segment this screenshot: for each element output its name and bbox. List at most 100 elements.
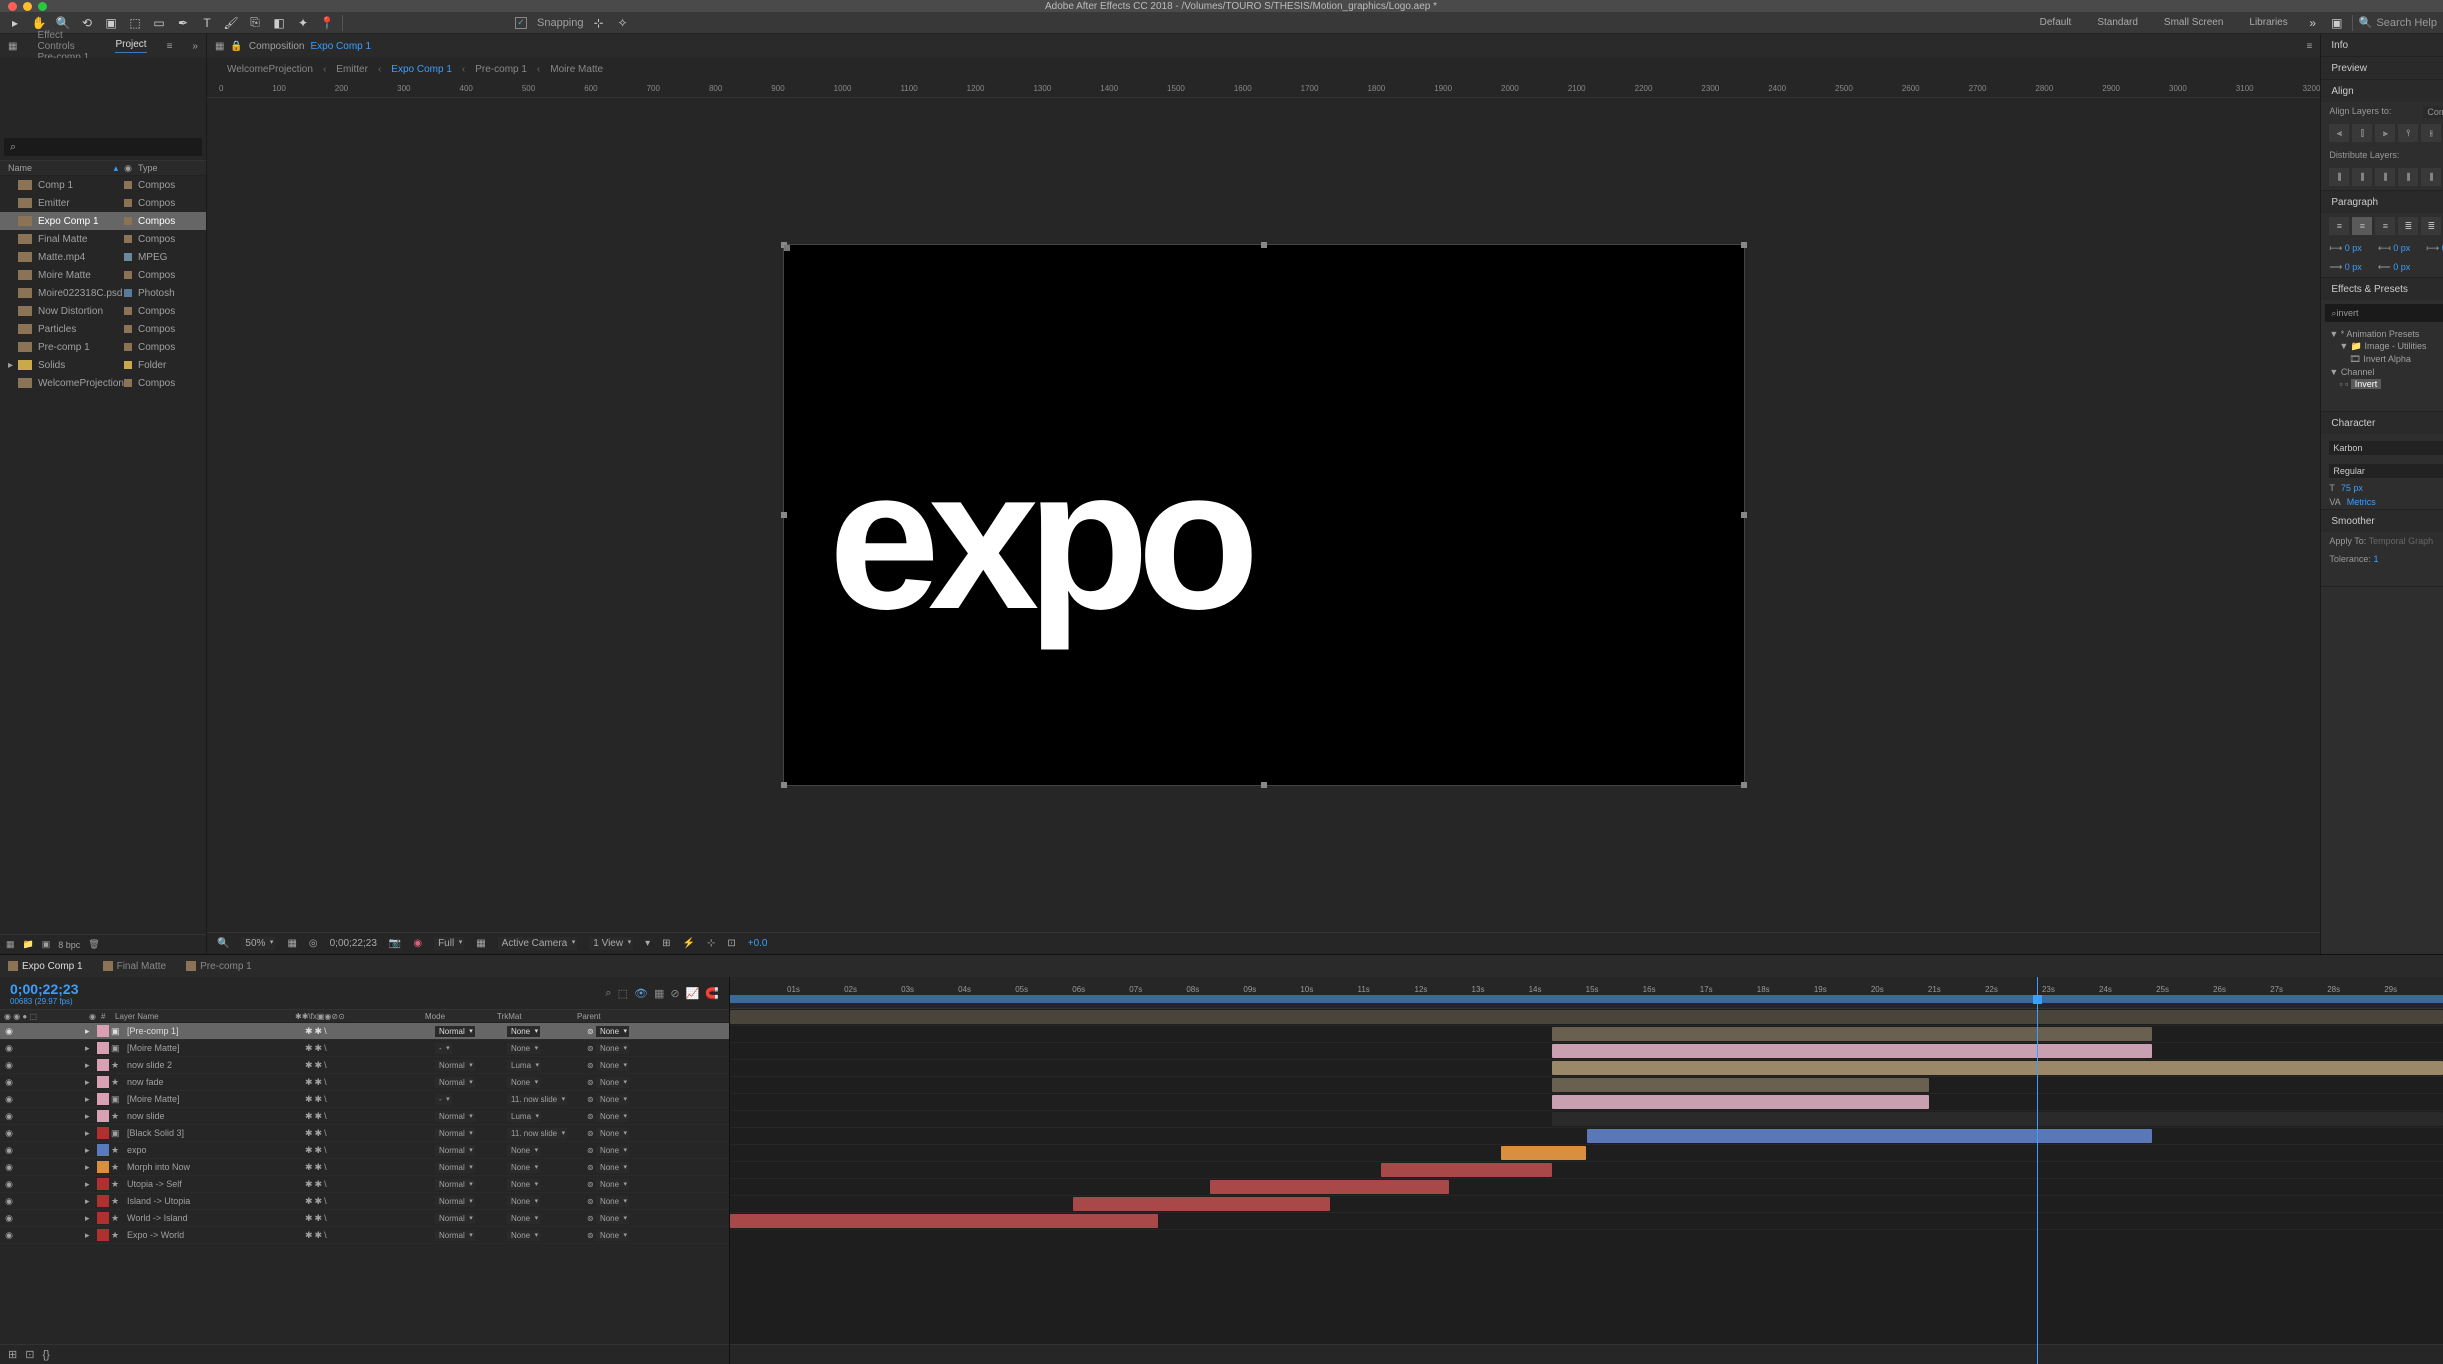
layer-color[interactable] bbox=[97, 1178, 109, 1190]
trkmat-dropdown[interactable]: None bbox=[507, 1196, 540, 1207]
parent-dropdown[interactable]: None bbox=[596, 1145, 629, 1156]
trkmat-dropdown[interactable]: None bbox=[507, 1230, 540, 1241]
sync-icon[interactable]: ▣ bbox=[2328, 14, 2346, 32]
timecode-display[interactable]: 0;00;22;23 bbox=[330, 938, 377, 949]
timeline-layer[interactable]: ◉▸★Morph into Now✱✱\NormalNone⊚ None bbox=[0, 1159, 729, 1176]
expand-icon[interactable]: ▸ bbox=[85, 1162, 95, 1173]
timeline-layer[interactable]: ◉▸★now slide✱✱\NormalLuma⊚ None bbox=[0, 1108, 729, 1125]
expand-icon[interactable]: ▸ bbox=[85, 1213, 95, 1224]
video-toggle[interactable]: ◉ bbox=[4, 1111, 14, 1121]
trkmat-dropdown[interactable]: None bbox=[507, 1179, 540, 1190]
blend-mode-dropdown[interactable]: Normal bbox=[435, 1060, 475, 1071]
align-right-icon[interactable]: ⫸ bbox=[2375, 124, 2395, 142]
pixel-aspect-icon[interactable]: ⊞ bbox=[662, 938, 670, 949]
tl-comp-icon[interactable]: ⬚ bbox=[618, 987, 628, 1000]
track-row[interactable] bbox=[730, 1145, 2443, 1162]
timeline-tab[interactable]: Pre-comp 1 bbox=[186, 961, 252, 972]
layer-color[interactable] bbox=[97, 1059, 109, 1071]
audio-toggle[interactable] bbox=[16, 1230, 26, 1240]
pen-tool[interactable]: ✒ bbox=[174, 14, 192, 32]
project-item[interactable]: Moire022318C.psdPhotosh bbox=[0, 284, 206, 302]
maximize-window[interactable] bbox=[38, 2, 47, 11]
layer-color[interactable] bbox=[97, 1042, 109, 1054]
font-family-dropdown[interactable]: Karbon bbox=[2329, 441, 2443, 455]
label-color[interactable] bbox=[124, 379, 132, 387]
project-item[interactable]: ▸SolidsFolder bbox=[0, 356, 206, 374]
space-before[interactable]: 0 px bbox=[2345, 262, 2362, 272]
comp-name-active[interactable]: Expo Comp 1 bbox=[310, 41, 371, 52]
blend-mode-dropdown[interactable]: Normal bbox=[435, 1179, 475, 1190]
project-item[interactable]: Moire MatteCompos bbox=[0, 266, 206, 284]
parent-dropdown[interactable]: None bbox=[596, 1162, 629, 1173]
puppet-tool[interactable]: 📍 bbox=[318, 14, 336, 32]
zoom-dropdown[interactable]: 50% bbox=[241, 937, 275, 950]
lock-toggle[interactable] bbox=[40, 1145, 50, 1155]
align-vcenter-icon[interactable]: ⫲ bbox=[2421, 124, 2441, 142]
timeline-icon[interactable]: ⊹ bbox=[707, 938, 715, 949]
expand-icon[interactable]: ▸ bbox=[85, 1145, 95, 1156]
tl-graph-icon[interactable]: 📈 bbox=[686, 987, 700, 1000]
audio-toggle[interactable] bbox=[16, 1077, 26, 1087]
layer-name[interactable]: now slide 2 bbox=[125, 1060, 305, 1070]
video-toggle[interactable]: ◉ bbox=[4, 1094, 14, 1104]
layer-name[interactable]: Island -> Utopia bbox=[125, 1196, 305, 1206]
parent-dropdown[interactable]: None bbox=[596, 1026, 629, 1037]
trkmat-dropdown[interactable]: Luma bbox=[507, 1111, 541, 1122]
bpc-label[interactable]: 8 bpc bbox=[58, 940, 80, 950]
video-toggle[interactable]: ◉ bbox=[4, 1196, 14, 1206]
tl-motion-blur-icon[interactable]: ⊘ bbox=[670, 987, 679, 1000]
roto-tool[interactable]: ✦ bbox=[294, 14, 312, 32]
snap-opt-1[interactable]: ⊹ bbox=[590, 14, 608, 32]
layer-color[interactable] bbox=[97, 1229, 109, 1241]
label-color[interactable] bbox=[124, 199, 132, 207]
workspace-small[interactable]: Small Screen bbox=[2154, 15, 2233, 30]
video-toggle[interactable]: ◉ bbox=[4, 1043, 14, 1053]
parent-dropdown[interactable]: None bbox=[596, 1060, 629, 1071]
expand-icon[interactable]: ▸ bbox=[85, 1179, 95, 1190]
blend-mode-dropdown[interactable]: - bbox=[435, 1043, 452, 1054]
expand-icon[interactable]: ▸ bbox=[85, 1094, 95, 1105]
solo-toggle[interactable] bbox=[28, 1043, 38, 1053]
expand-icon[interactable]: ▸ bbox=[85, 1060, 95, 1071]
video-toggle[interactable]: ◉ bbox=[4, 1026, 14, 1036]
solo-toggle[interactable] bbox=[28, 1077, 38, 1087]
align-hcenter-icon[interactable]: ⫿ bbox=[2352, 124, 2372, 142]
label-color[interactable] bbox=[124, 253, 132, 261]
lock-toggle[interactable] bbox=[40, 1230, 50, 1240]
parent-dropdown[interactable]: None bbox=[596, 1111, 629, 1122]
lock-toggle[interactable] bbox=[40, 1162, 50, 1172]
track-row[interactable] bbox=[730, 1060, 2443, 1077]
handle-ml[interactable] bbox=[781, 512, 787, 518]
layer-name[interactable]: Morph into Now bbox=[125, 1162, 305, 1172]
selection-tool[interactable]: ▸ bbox=[6, 14, 24, 32]
lock-toggle[interactable] bbox=[40, 1060, 50, 1070]
label-color[interactable] bbox=[124, 325, 132, 333]
solo-toggle[interactable] bbox=[28, 1162, 38, 1172]
timeline-layer[interactable]: ◉▸★World -> Island✱✱\NormalNone⊚ None bbox=[0, 1210, 729, 1227]
dist-2[interactable]: ⫼ bbox=[2352, 168, 2372, 186]
handle-tc[interactable] bbox=[1261, 242, 1267, 248]
layer-color[interactable] bbox=[97, 1127, 109, 1139]
search-help[interactable]: Search Help bbox=[2376, 17, 2437, 29]
col-trkmat[interactable]: TrkMat bbox=[493, 1012, 573, 1021]
ep-tree-invert[interactable]: ▫ ▫ Invert bbox=[2329, 378, 2443, 390]
camera-dropdown[interactable]: Active Camera bbox=[498, 937, 578, 950]
trkmat-dropdown[interactable]: 11. now slide bbox=[507, 1128, 567, 1139]
label-color[interactable] bbox=[124, 217, 132, 225]
fast-preview-icon[interactable]: ⚡ bbox=[683, 938, 695, 949]
kerning-value[interactable]: Metrics bbox=[2347, 497, 2376, 507]
timeline-layer[interactable]: ◉▸★now fade✱✱\NormalNone⊚ None bbox=[0, 1074, 729, 1091]
timeline-layer[interactable]: ◉▸★Island -> Utopia✱✱\NormalNone⊚ None bbox=[0, 1193, 729, 1210]
col-mode[interactable]: Mode bbox=[421, 1012, 493, 1021]
snapshot-icon[interactable]: 📷 bbox=[389, 938, 401, 949]
dist-4[interactable]: ⫼ bbox=[2398, 168, 2418, 186]
res-dropdown[interactable]: Full bbox=[434, 937, 464, 950]
panel-paragraph[interactable]: Paragraph bbox=[2331, 197, 2378, 208]
track-row[interactable] bbox=[730, 1213, 2443, 1230]
transparency-icon[interactable]: ▦ bbox=[476, 938, 485, 949]
label-color[interactable] bbox=[124, 235, 132, 243]
mask-icon[interactable]: ◎ bbox=[309, 938, 318, 949]
flowchart-icon[interactable]: ⊡ bbox=[727, 938, 735, 949]
video-toggle[interactable]: ◉ bbox=[4, 1213, 14, 1223]
layer-name[interactable]: World -> Island bbox=[125, 1213, 305, 1223]
